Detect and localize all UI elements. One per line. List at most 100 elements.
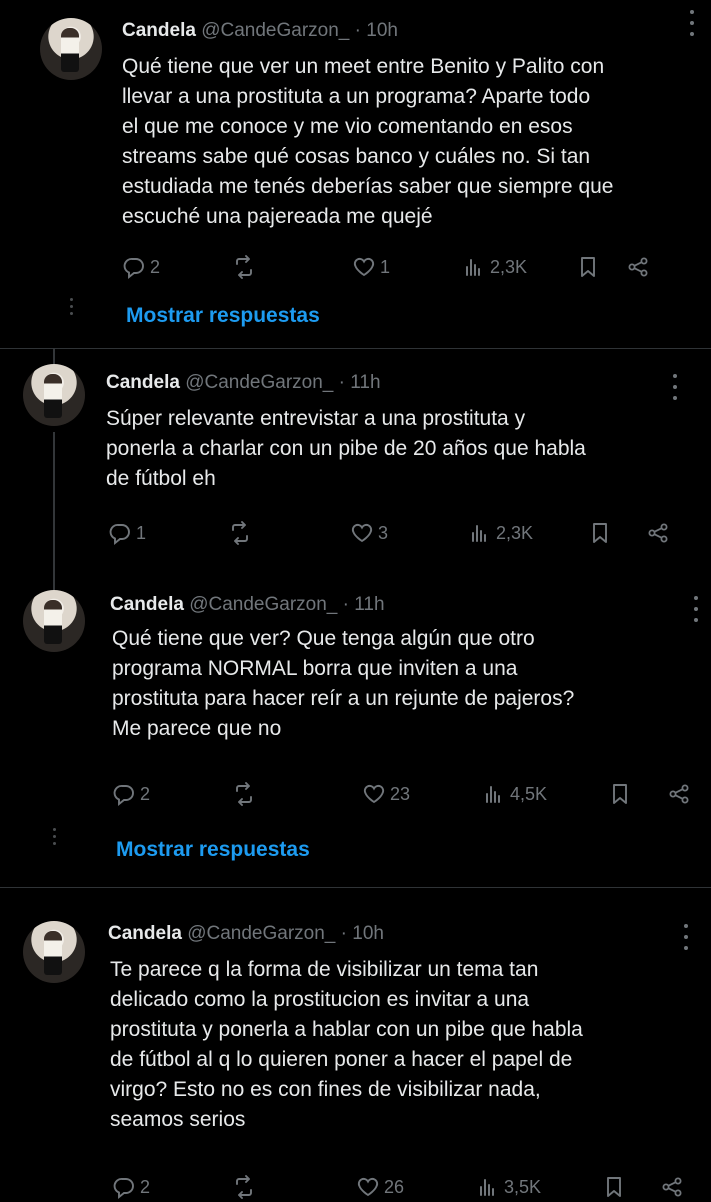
tweet[interactable]: Candela @CandeGarzon_ · 11h Qué tiene qu…	[0, 578, 711, 878]
share-icon	[628, 257, 648, 277]
thread-line	[53, 432, 55, 578]
views-icon	[486, 786, 500, 803]
tweet[interactable]: Candela @CandeGarzon_ · 10h Qué tiene qu…	[0, 0, 711, 340]
separator-dot: ·	[338, 372, 345, 393]
tweet-time[interactable]: 11h	[354, 594, 384, 615]
more-icon[interactable]	[693, 596, 699, 622]
show-replies-link[interactable]: Mostrar respuestas	[116, 838, 310, 862]
tweet-text-line: de fútbol al q lo quieren poner a hacer …	[110, 1048, 573, 1071]
reply-button[interactable]: 2	[112, 1172, 150, 1202]
views-button[interactable]: 2,3K	[462, 252, 527, 282]
author-name[interactable]: Candela	[106, 372, 180, 393]
separator-dot: ·	[340, 923, 347, 944]
more-icon[interactable]	[672, 374, 678, 400]
share-icon	[662, 1177, 682, 1197]
tweet-header: Candela @CandeGarzon_ · 11h	[106, 372, 381, 394]
retweet-button[interactable]	[232, 252, 260, 282]
bookmark-icon	[581, 257, 595, 277]
retweet-icon	[236, 1175, 252, 1199]
tweet-text: Qué tiene que ver? Que tenga algún que o…	[112, 624, 574, 744]
tweet-header: Candela @CandeGarzon_ · 10h	[122, 20, 398, 42]
share-button[interactable]	[626, 252, 650, 282]
tweet-text-line: prostituta y ponerla a hablar con un pib…	[110, 1018, 583, 1041]
tweet-text-line: Súper relevante entrevistar a una prosti…	[106, 407, 526, 430]
views-icon	[466, 259, 480, 276]
like-count: 26	[384, 1176, 405, 1197]
share-button[interactable]	[660, 1172, 684, 1202]
reply-icon	[109, 524, 130, 544]
bookmark-button[interactable]	[602, 1172, 626, 1202]
tweet-actions: 1 3 2,3K	[108, 518, 678, 548]
reply-button[interactable]: 2	[122, 252, 160, 282]
author-handle[interactable]: @CandeGarzon_	[187, 923, 335, 944]
thread-dots	[70, 294, 74, 319]
author-handle[interactable]: @CandeGarzon_	[189, 594, 337, 615]
more-icon[interactable]	[683, 924, 689, 950]
reply-button[interactable]: 2	[112, 779, 150, 809]
tweet[interactable]: Candela @CandeGarzon_ · 11h Súper releva…	[0, 348, 711, 578]
author-handle[interactable]: @CandeGarzon_	[185, 372, 333, 393]
retweet-icon	[236, 255, 252, 279]
like-button[interactable]: 23	[362, 779, 410, 809]
share-button[interactable]	[667, 779, 691, 809]
reply-count: 2	[140, 1176, 151, 1197]
tweet-time[interactable]: 10h	[366, 20, 398, 41]
like-button[interactable]: 1	[352, 252, 390, 282]
view-count: 3,5K	[504, 1176, 542, 1197]
thread-line	[53, 348, 55, 364]
share-icon	[669, 784, 689, 804]
reply-icon	[113, 1178, 134, 1198]
share-button[interactable]	[646, 518, 670, 548]
views-button[interactable]: 2,3K	[468, 518, 533, 548]
tweet-text-line: virgo? Esto no es con fines de visibiliz…	[110, 1078, 541, 1101]
heart-icon	[357, 1177, 379, 1196]
bookmark-button[interactable]	[588, 518, 612, 548]
like-button[interactable]: 26	[356, 1172, 404, 1202]
avatar[interactable]	[40, 18, 102, 80]
tweet-text-line: delicado como la prostitucion es invitar…	[110, 988, 530, 1011]
avatar[interactable]	[23, 590, 85, 652]
heart-icon	[363, 784, 385, 803]
tweet-text-line: de fútbol eh	[106, 467, 216, 490]
tweet-text-line: Me parece que no	[112, 717, 282, 740]
retweet-button[interactable]	[228, 518, 256, 548]
heart-icon	[353, 257, 375, 276]
more-icon[interactable]	[689, 10, 695, 36]
tweet-header: Candela @CandeGarzon_ · 11h	[110, 594, 385, 616]
author-name[interactable]: Candela	[108, 923, 182, 944]
tweet[interactable]: Candela @CandeGarzon_ · 10h Te parece q …	[0, 887, 711, 1200]
bookmark-button[interactable]	[608, 779, 632, 809]
author-handle[interactable]: @CandeGarzon_	[201, 20, 349, 41]
tweet-text-line: llevar a una prostituta a un programa? A…	[122, 85, 591, 108]
tweet-time[interactable]: 10h	[352, 923, 384, 944]
tweet-actions: 2 26 3,5K	[112, 1172, 692, 1202]
views-button[interactable]: 3,5K	[476, 1172, 541, 1202]
tweet-time[interactable]: 11h	[350, 372, 380, 393]
reply-button[interactable]: 1	[108, 518, 146, 548]
tweet-text-line: ponerla a charlar con un pibe de 20 años…	[106, 437, 586, 460]
retweet-button[interactable]	[232, 779, 260, 809]
tweet-text-line: escuché una pajereada me quejé	[122, 205, 433, 228]
retweet-icon	[232, 521, 248, 545]
thread-dots	[53, 824, 57, 849]
tweet-text-line: programa NORMAL borra que inviten a una	[112, 657, 518, 680]
avatar[interactable]	[23, 921, 85, 983]
like-button[interactable]: 3	[350, 518, 388, 548]
author-name[interactable]: Candela	[122, 20, 196, 41]
separator-dot: ·	[354, 20, 361, 41]
reply-count: 2	[150, 256, 161, 277]
view-count: 2,3K	[490, 256, 528, 277]
like-count: 3	[378, 522, 389, 543]
tweet-actions: 2 23 4,5K	[112, 779, 697, 809]
share-icon	[648, 523, 668, 543]
bookmark-button[interactable]	[576, 252, 600, 282]
bookmark-icon	[613, 784, 627, 804]
views-button[interactable]: 4,5K	[482, 779, 547, 809]
avatar[interactable]	[23, 364, 85, 426]
tweet-actions: 2 1 2,3K	[122, 252, 662, 282]
views-icon	[480, 1179, 494, 1196]
show-replies-link[interactable]: Mostrar respuestas	[126, 304, 320, 328]
author-name[interactable]: Candela	[110, 594, 184, 615]
tweet-text-line: prostituta para hacer reír a un rejunte …	[112, 687, 575, 710]
retweet-button[interactable]	[232, 1172, 260, 1202]
